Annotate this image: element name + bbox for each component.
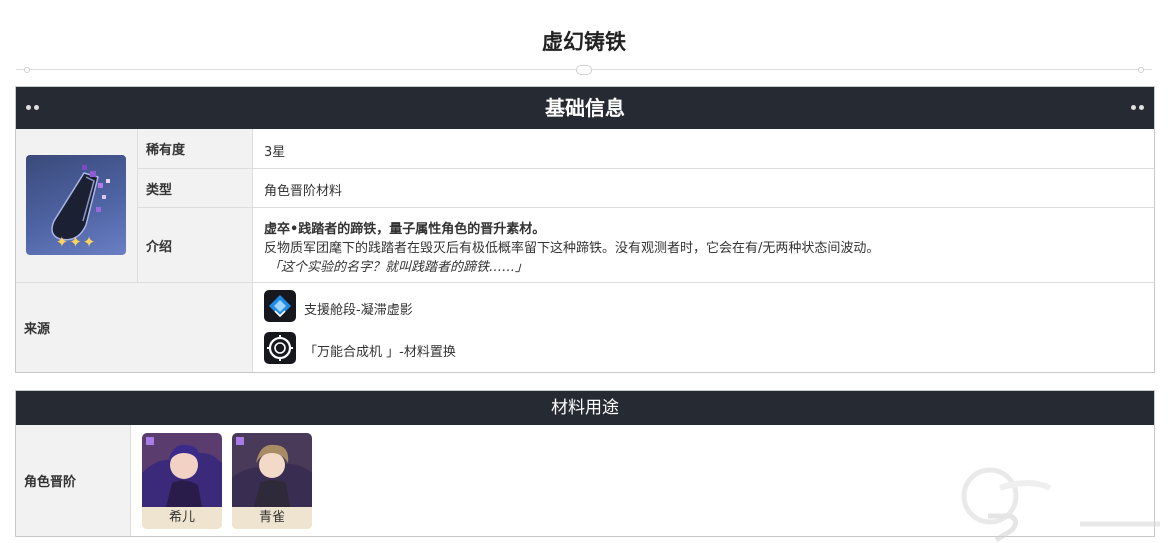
title-divider [16,64,1152,76]
rarity-value: 3星 [264,145,286,160]
character-card-seele[interactable]: 希儿 [142,433,222,529]
page-title: 虚幻铸铁 [542,30,626,54]
basic-info-title: 基础信息 [545,96,625,120]
intro-label: 介绍 [138,208,252,282]
iron-horseshoe-icon: ✦✦✦ [26,155,126,255]
intro-quote: 「这个实验的名字？就叫践踏者的蹄铁……」 [268,260,529,275]
type-label: 类型 [138,169,252,207]
character-card-qingque[interactable]: 青雀 [232,433,312,529]
source-link-support-cabin[interactable]: 支援舱段-凝滞虚影 [304,299,413,318]
rarity-stars: ✦✦✦ [55,233,97,251]
intro-bold-line: 虚卒•践踏者的蹄铁，量子属性角色的晋升素材。 [264,222,546,237]
source-label: 来源 [16,283,252,372]
rarity-label: 稀有度 [138,129,252,168]
character-portrait-qingque [232,433,312,507]
character-name-qingque: 青雀 [232,507,312,529]
synthesizer-ring-icon[interactable] [264,332,296,364]
source-link-synthesizer[interactable]: 「万能合成机 」-材料置换 [304,341,456,360]
basic-info-header: 基础信息 [16,87,1154,129]
material-use-title: 材料用途 [551,398,619,418]
character-portrait-seele [142,433,222,507]
ascension-label: 角色晋阶 [16,425,130,536]
blue-diamond-emblem-icon[interactable] [264,290,296,322]
header-dots-left [26,105,39,110]
basic-info-card: 基础信息 ✦✦✦ 稀有度 3星 类型 角色晋阶材料 介绍 虚卒•践踏者的蹄铁，量… [15,86,1155,373]
watermark-logo [960,458,1168,543]
intro-description: 反物质军团麾下的践踏者在毁灭后有极低概率留下这种蹄铁。没有观测者时，它会在有/无… [264,241,880,256]
type-value: 角色晋阶材料 [264,184,343,199]
character-name-seele: 希儿 [142,507,222,529]
header-dots-right [1131,105,1144,110]
material-use-header: 材料用途 [16,391,1154,425]
